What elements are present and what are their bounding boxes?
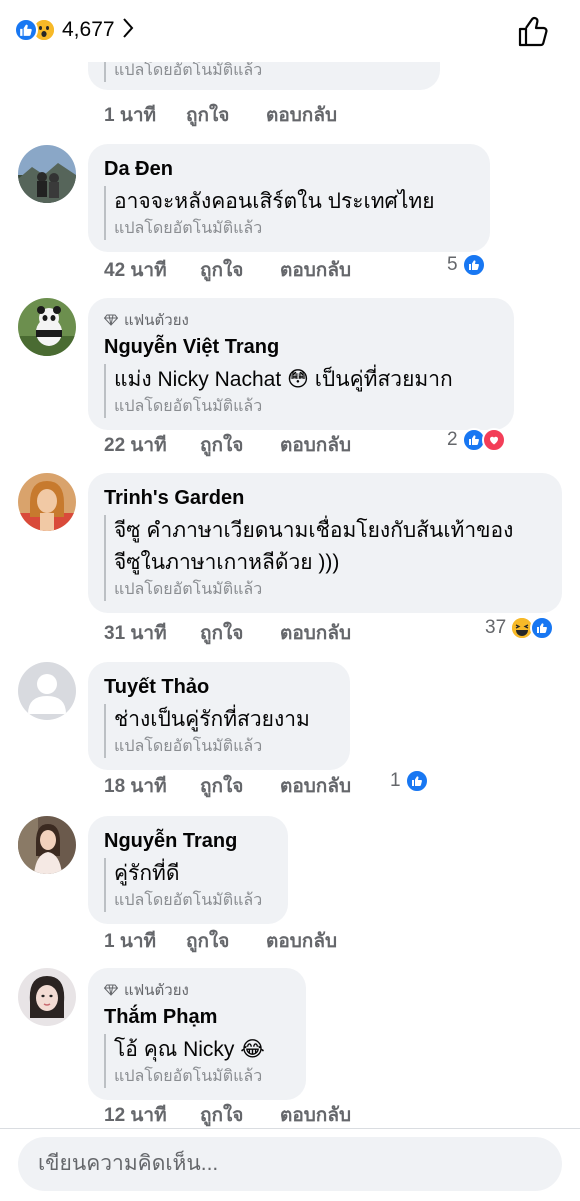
comment-reactions[interactable]: 5 xyxy=(447,253,486,277)
comment-time: 12 นาที xyxy=(104,1105,167,1126)
translated-note: แปลโดยอัตโนมัติแล้ว xyxy=(114,1068,263,1085)
translated-note: แปลโดยอัตโนมัติแล้ว xyxy=(114,220,263,237)
like-comment-button[interactable]: ถูกใจ xyxy=(186,100,266,130)
reply-button[interactable]: ตอบกลับ xyxy=(280,255,351,285)
avatar[interactable] xyxy=(18,662,76,720)
reaction-count: 4,677 xyxy=(62,18,115,41)
comment-bubble: Tuyết Thảo ช่างเป็นคู่รักที่สวยงาม แปลโด… xyxy=(88,662,350,770)
avatar[interactable] xyxy=(18,145,76,203)
comment-actions: 22 นาที ถูกใจ ตอบกลับ xyxy=(104,430,351,460)
like-button[interactable] xyxy=(516,14,552,50)
like-comment-button[interactable]: ถูกใจ xyxy=(200,255,280,285)
comment-reaction-count: 5 xyxy=(447,254,458,275)
diamond-icon xyxy=(104,984,118,996)
like-comment-button[interactable]: ถูกใจ xyxy=(200,430,280,460)
commenter-name[interactable]: Nguyễn Việt Trang xyxy=(104,334,496,360)
thumbs-up-outline-icon xyxy=(518,16,548,47)
fan-badge: แฟนตัวยง xyxy=(104,978,288,1002)
comment-text-line: จีซู คำภาษาเวียดนามเชื่อมโยงกับส้นเท้าขอ… xyxy=(114,519,514,542)
comment-bubble: Trinh's Garden จีซู คำภาษาเวียดนามเชื่อม… xyxy=(88,473,562,613)
comment-actions: 18 นาที ถูกใจ ตอบกลับ xyxy=(104,771,351,801)
commenter-name[interactable]: Da Đen xyxy=(104,156,472,182)
commenter-name[interactable]: Tuyết Thảo xyxy=(104,674,332,700)
fan-badge-label: แฟนตัวยง xyxy=(124,312,189,329)
comment-reactions[interactable]: 37 xyxy=(485,616,555,640)
reply-button[interactable]: ตอบกลับ xyxy=(280,771,351,801)
comment-actions: 12 นาที ถูกใจ ตอบกลับ xyxy=(104,1100,351,1130)
avatar[interactable] xyxy=(18,298,76,356)
comment-bubble: Nguyễn Trang คู่รักที่ดี แปลโดยอัตโนมัติ… xyxy=(88,816,288,924)
commenter-name[interactable]: Thắm Phạm xyxy=(104,1004,288,1030)
reply-button[interactable]: ตอบกลับ xyxy=(266,926,337,956)
avatar[interactable] xyxy=(18,968,76,1026)
comment-bubble: แฟนตัวยง Thắm Phạm โอ้ คุณ Nicky 😂 แปลโด… xyxy=(88,968,306,1100)
reaction-summary[interactable]: 4,677 xyxy=(14,14,135,46)
comment-time: 1 นาที xyxy=(104,931,157,952)
like-comment-button[interactable]: ถูกใจ xyxy=(200,1100,280,1130)
like-icon xyxy=(461,253,486,277)
like-comment-button[interactable]: ถูกใจ xyxy=(200,771,280,801)
comment-reaction-count: 1 xyxy=(390,770,401,791)
reply-button[interactable]: ตอบกลับ xyxy=(280,430,351,460)
chevron-right-icon xyxy=(121,16,135,45)
translated-note: แปลโดยอัตโนมัติแล้ว xyxy=(114,398,263,415)
like-icon xyxy=(530,616,555,640)
comment-text: อาจจะหลังคอนเสิร์ตใน ประเทศไทย xyxy=(114,190,435,213)
header: 4,677 xyxy=(0,0,580,62)
reply-button[interactable]: ตอบกลับ xyxy=(280,618,351,648)
comment-time: 31 นาที xyxy=(104,623,167,644)
comment-reaction-count: 37 xyxy=(485,617,507,638)
fan-badge-label: แฟนตัวยง xyxy=(124,982,189,999)
comment-bubble: Da Đen อาจจะหลังคอนเสิร์ตใน ประเทศไทย แป… xyxy=(88,144,490,252)
avatar[interactable] xyxy=(18,816,76,874)
comment-reactions[interactable]: 1 xyxy=(390,769,429,793)
comment-time: 1 นาที xyxy=(104,105,157,126)
comment-actions: 1 นาที ถูกใจ ตอบกลับ xyxy=(104,926,337,956)
comment-time: 42 นาที xyxy=(104,260,167,281)
reply-button[interactable]: ตอบกลับ xyxy=(280,1100,351,1130)
love-icon xyxy=(481,428,506,452)
comment-bubble: แฟนตัวยง Nguyễn Việt Trang แม่ง Nicky Na… xyxy=(88,298,514,430)
commenter-name[interactable]: Nguyễn Trang xyxy=(104,828,270,854)
like-comment-button[interactable]: ถูกใจ xyxy=(200,618,280,648)
comment-reaction-count: 2 xyxy=(447,429,458,450)
comment-time: 22 นาที xyxy=(104,435,167,456)
translated-note: แปลโดยอัตโนมัติแล้ว xyxy=(114,738,263,755)
like-icon xyxy=(404,769,429,793)
comment-time: 18 นาที xyxy=(104,776,167,797)
fan-badge: แฟนตัวยง xyxy=(104,308,496,332)
avatar[interactable] xyxy=(18,473,76,531)
like-icon xyxy=(14,18,38,42)
translated-note: แปลโดยอัตโนมัติแล้ว xyxy=(114,581,263,598)
comment-text: แม่ง Nicky Nachat 😳 เป็นคู่ที่สวยมาก xyxy=(114,368,453,391)
comment-composer xyxy=(0,1128,580,1201)
comment-actions: 42 นาที ถูกใจ ตอบกลับ xyxy=(104,255,351,285)
like-comment-button[interactable]: ถูกใจ xyxy=(186,926,266,956)
comment-text: คู่รักที่ดี xyxy=(114,862,180,885)
comment-input[interactable] xyxy=(18,1137,562,1191)
comment-text: โอ้ คุณ Nicky 😂 xyxy=(114,1038,265,1061)
translated-note: แปลโดยอัตโนมัติแล้ว xyxy=(114,62,263,79)
comment-text: ช่างเป็นคู่รักที่สวยงาม xyxy=(114,708,310,731)
comment-text-line: จีซูในภาษาเกาหลีด้วย ))) xyxy=(114,551,340,574)
diamond-icon xyxy=(104,314,118,326)
comment-actions: 31 นาที ถูกใจ ตอบกลับ xyxy=(104,618,351,648)
translated-note: แปลโดยอัตโนมัติแล้ว xyxy=(114,892,263,909)
reply-button[interactable]: ตอบกลับ xyxy=(266,100,337,130)
commenter-name[interactable]: Trinh's Garden xyxy=(104,485,544,511)
comment-actions: 1 นาที ถูกใจ ตอบกลับ xyxy=(104,100,337,130)
comment-reactions[interactable]: 2 xyxy=(447,428,506,452)
